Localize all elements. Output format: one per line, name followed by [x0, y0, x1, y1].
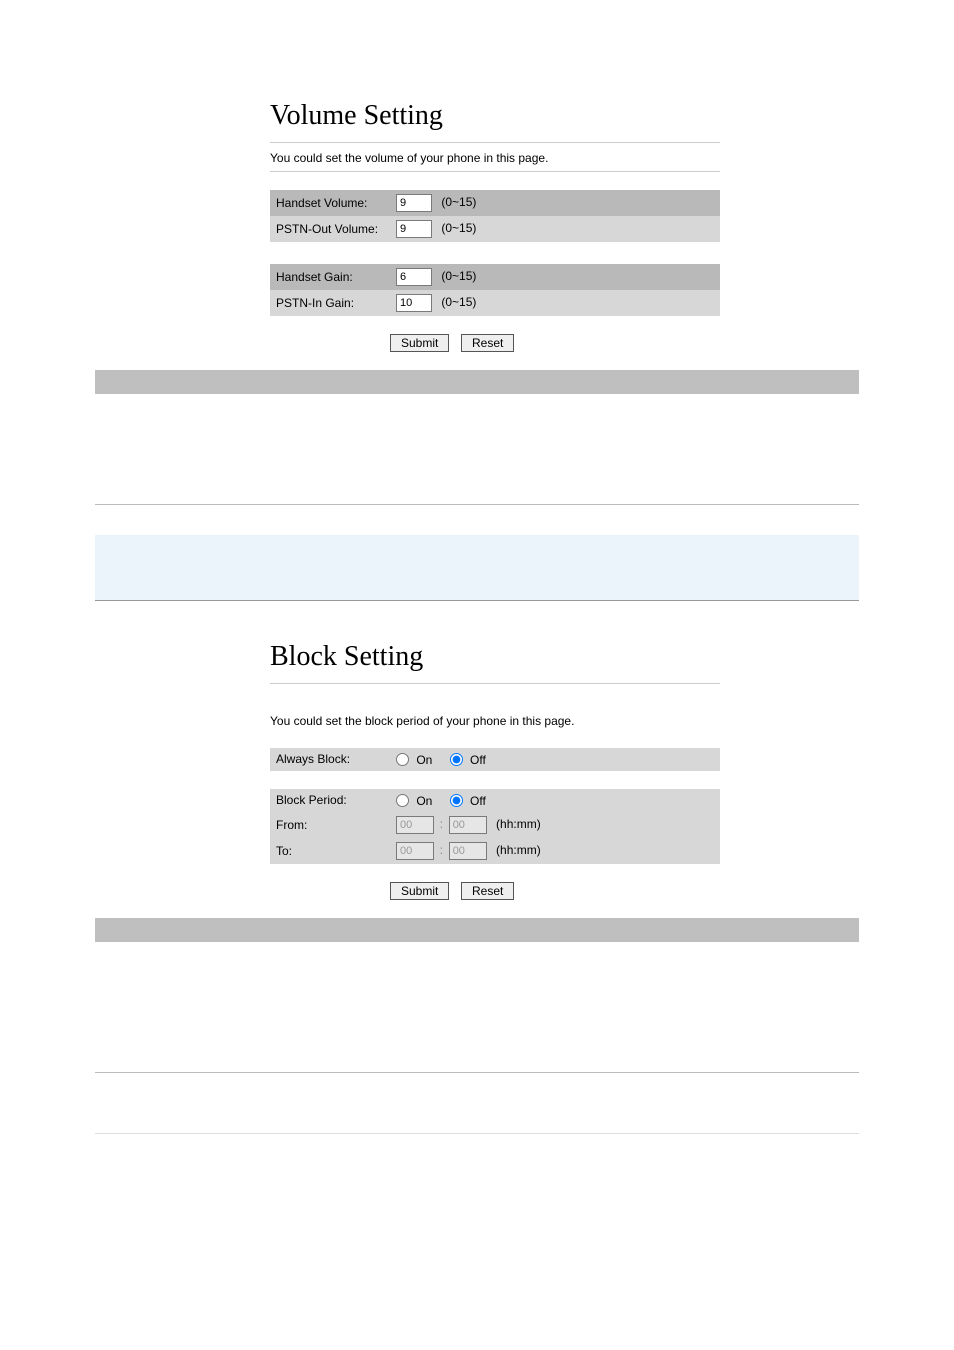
range-hint: (0~15) — [435, 295, 476, 309]
time-format-hint: (hh:mm) — [490, 817, 541, 831]
block-period-label: Block Period: — [270, 789, 390, 812]
from-hour-input[interactable] — [396, 816, 434, 834]
volume-table: Handset Volume: (0~15) PSTN-Out Volume: … — [270, 190, 720, 316]
pstn-in-gain-label: PSTN-In Gain: — [270, 290, 390, 316]
submit-button[interactable]: Submit — [390, 334, 449, 352]
radio-label-on: On — [416, 753, 432, 767]
separator-band — [95, 370, 859, 394]
handset-volume-label: Handset Volume: — [270, 190, 390, 216]
range-hint: (0~15) — [435, 195, 476, 209]
pstn-out-volume-label: PSTN-Out Volume: — [270, 216, 390, 242]
pstn-out-volume-input[interactable] — [396, 220, 432, 238]
divider — [270, 683, 720, 684]
range-hint: (0~15) — [435, 269, 476, 283]
block-table: Always Block: On Off Block Period: On Of… — [270, 748, 720, 864]
submit-button[interactable]: Submit — [390, 882, 449, 900]
always-block-label: Always Block: — [270, 748, 390, 771]
block-setting-panel: Block Setting You could set the block pe… — [270, 641, 720, 900]
reset-button[interactable]: Reset — [461, 882, 514, 900]
handset-volume-input[interactable] — [396, 194, 432, 212]
page-description: You could set the block period of your p… — [270, 714, 720, 728]
to-minute-input[interactable] — [449, 842, 487, 860]
reset-button[interactable]: Reset — [461, 334, 514, 352]
table-row: From: : (hh:mm) — [270, 812, 720, 838]
always-block-on-radio[interactable] — [396, 753, 409, 766]
table-row: To: : (hh:mm) — [270, 838, 720, 864]
from-minute-input[interactable] — [449, 816, 487, 834]
radio-label-on: On — [416, 794, 432, 808]
separator-band — [95, 918, 859, 942]
table-row: Always Block: On Off — [270, 748, 720, 771]
block-period-off-radio[interactable] — [450, 794, 463, 807]
table-row: Handset Volume: (0~15) — [270, 190, 720, 216]
time-format-hint: (hh:mm) — [490, 843, 541, 857]
table-row: PSTN-Out Volume: (0~15) — [270, 216, 720, 242]
page-description: You could set the volume of your phone i… — [270, 151, 720, 165]
radio-label-off: Off — [470, 794, 486, 808]
radio-label-off: Off — [470, 753, 486, 767]
pstn-in-gain-input[interactable] — [396, 294, 432, 312]
handset-gain-input[interactable] — [396, 268, 432, 286]
divider — [270, 171, 720, 172]
volume-setting-panel: Volume Setting You could set the volume … — [270, 100, 720, 352]
page-title: Volume Setting — [270, 100, 720, 132]
table-row: Block Period: On Off — [270, 789, 720, 812]
block-period-on-radio[interactable] — [396, 794, 409, 807]
to-hour-input[interactable] — [396, 842, 434, 860]
always-block-off-radio[interactable] — [450, 753, 463, 766]
info-block — [95, 535, 859, 601]
from-label: From: — [270, 812, 390, 838]
to-label: To: — [270, 838, 390, 864]
table-row: PSTN-In Gain: (0~15) — [270, 290, 720, 316]
range-hint: (0~15) — [435, 221, 476, 235]
handset-gain-label: Handset Gain: — [270, 264, 390, 290]
divider — [270, 142, 720, 143]
table-row: Handset Gain: (0~15) — [270, 264, 720, 290]
page-title: Block Setting — [270, 641, 720, 673]
